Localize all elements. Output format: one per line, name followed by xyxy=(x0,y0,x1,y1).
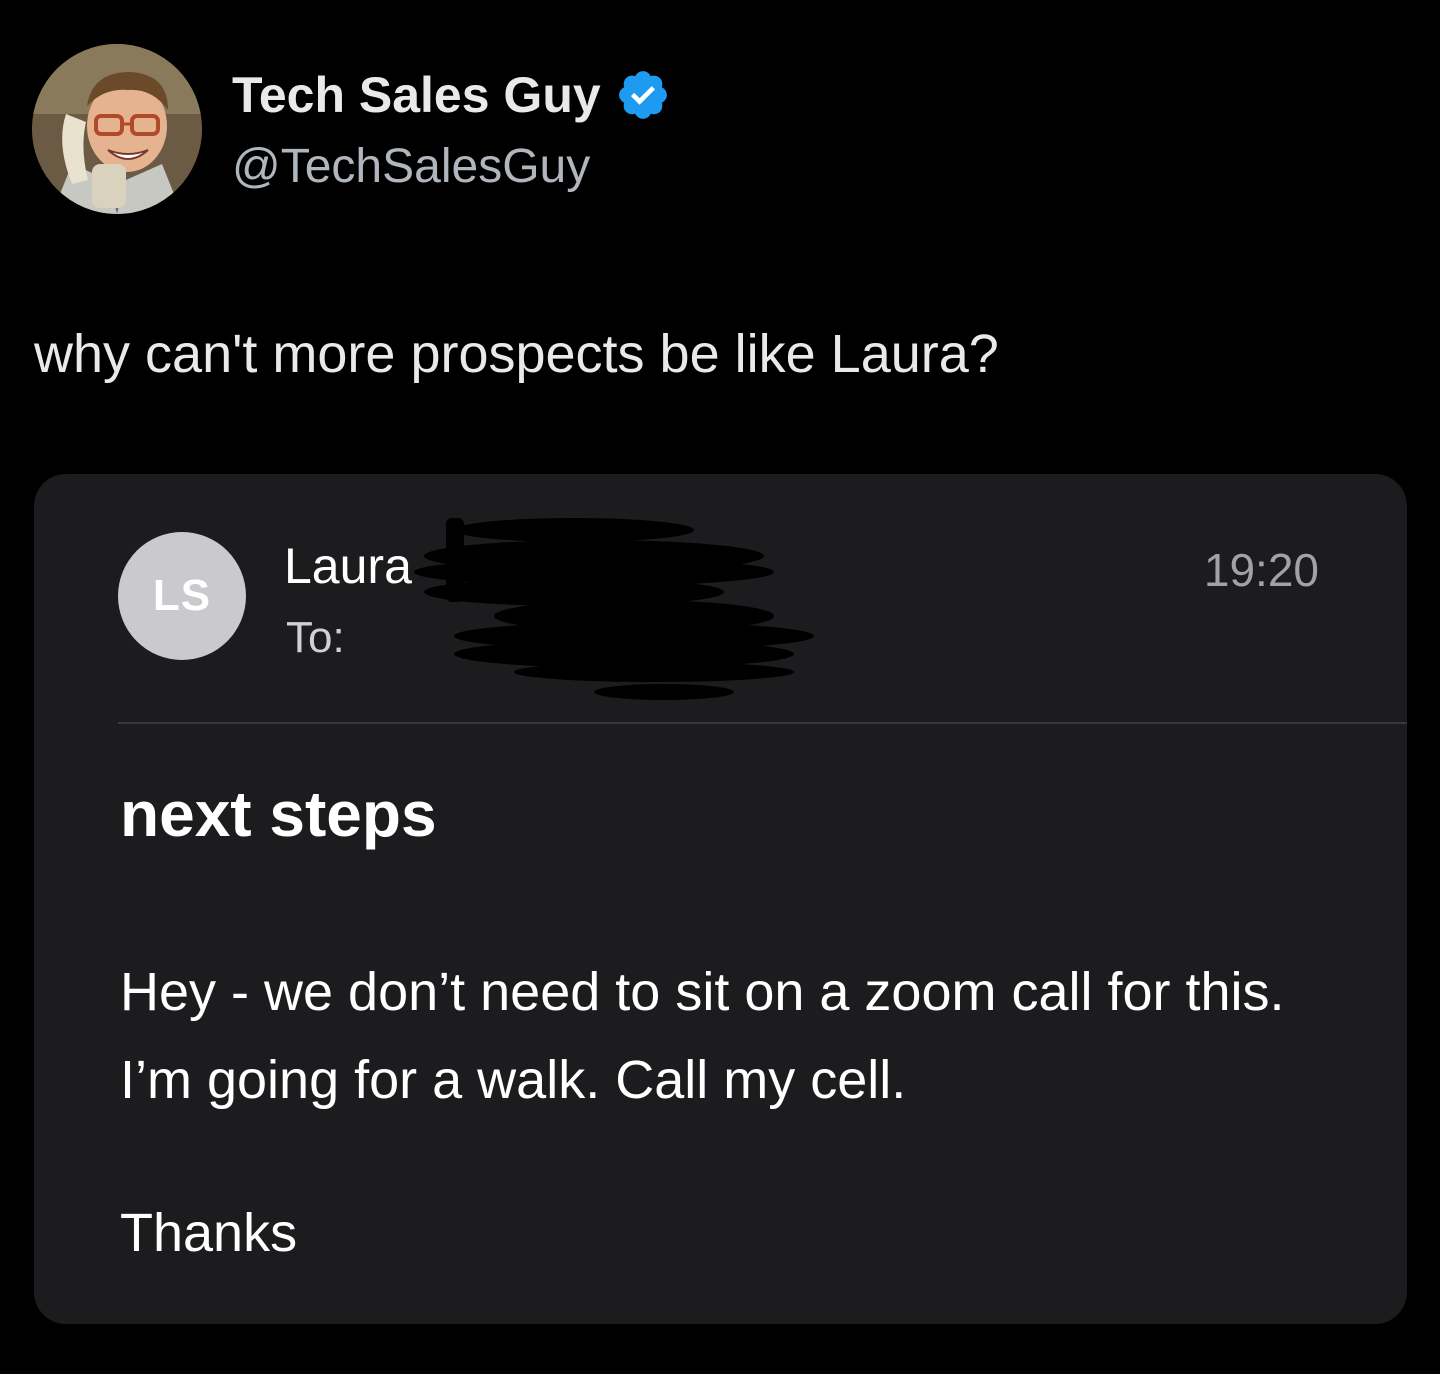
email-card: LS Laura To: 19:20 next steps Hey - we d… xyxy=(34,474,1407,1324)
redaction-scribble xyxy=(414,518,814,700)
author-name-text: Tech Sales Guy xyxy=(232,67,601,123)
author-avatar[interactable] xyxy=(32,44,202,214)
tweet-text: why can't more prospects be like Laura? xyxy=(34,324,999,384)
email-time: 19:20 xyxy=(1203,544,1319,596)
author-name[interactable]: Tech Sales Guy xyxy=(232,60,671,130)
email-signoff: Thanks xyxy=(120,1203,298,1263)
avatar-photo-icon xyxy=(32,44,202,214)
verified-badge-icon xyxy=(615,67,671,123)
header-divider xyxy=(118,722,1407,724)
email-body: Hey - we don’t need to sit on a zoom cal… xyxy=(120,962,1285,1110)
author-handle[interactable]: @TechSalesGuy xyxy=(232,135,590,199)
email-subject: next steps xyxy=(120,778,437,850)
